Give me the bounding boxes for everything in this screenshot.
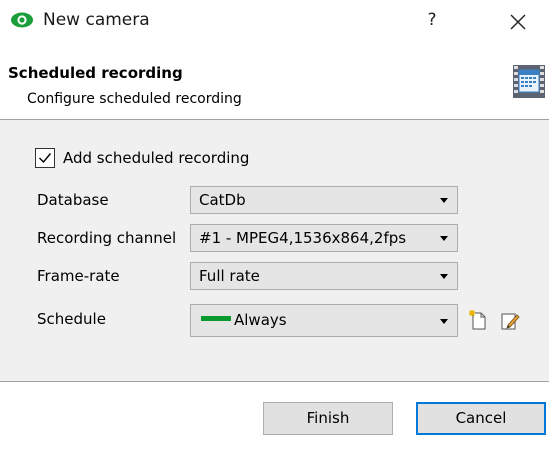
help-button[interactable]: ?	[420, 10, 444, 34]
database-select[interactable]: CatDb	[190, 186, 458, 214]
cancel-button[interactable]: Cancel	[416, 402, 546, 435]
schedule-select[interactable]: Always	[190, 304, 458, 337]
calendar-film-icon	[513, 65, 545, 98]
add-scheduled-recording-label[interactable]: Add scheduled recording	[63, 149, 249, 167]
recording-channel-select[interactable]: #1 - MPEG4,1536x864,2fps	[190, 224, 458, 252]
chevron-down-icon	[440, 198, 448, 203]
database-value: CatDb	[199, 191, 246, 209]
schedule-color-swatch	[201, 316, 231, 321]
page-title: Scheduled recording	[8, 64, 183, 82]
close-button[interactable]	[503, 7, 533, 37]
eye-icon	[11, 12, 33, 28]
edit-pencil-icon[interactable]	[499, 309, 521, 331]
window-title: New camera	[43, 10, 150, 30]
add-scheduled-recording-checkbox[interactable]	[35, 148, 55, 168]
checkmark-icon	[39, 153, 52, 164]
recording-channel-label: Recording channel	[37, 229, 177, 247]
chevron-down-icon	[440, 274, 448, 279]
new-document-icon[interactable]	[467, 309, 489, 331]
database-label: Database	[37, 191, 109, 209]
frame-rate-value: Full rate	[199, 267, 260, 285]
frame-rate-label: Frame-rate	[37, 267, 120, 285]
recording-channel-value: #1 - MPEG4,1536x864,2fps	[199, 229, 407, 247]
chevron-down-icon	[440, 236, 448, 241]
dialog-footer: Finish Cancel	[0, 382, 549, 450]
finish-button[interactable]: Finish	[263, 402, 393, 435]
close-icon	[510, 14, 526, 30]
page-subtitle: Configure scheduled recording	[27, 91, 242, 107]
schedule-label: Schedule	[37, 310, 106, 328]
chevron-down-icon	[440, 319, 448, 324]
schedule-value: Always	[234, 311, 287, 329]
title-bar: New camera ?	[0, 0, 549, 44]
form-panel: Add scheduled recording Database CatDb R…	[0, 120, 549, 382]
frame-rate-select[interactable]: Full rate	[190, 262, 458, 290]
page-header: Scheduled recording Configure scheduled …	[0, 44, 549, 120]
